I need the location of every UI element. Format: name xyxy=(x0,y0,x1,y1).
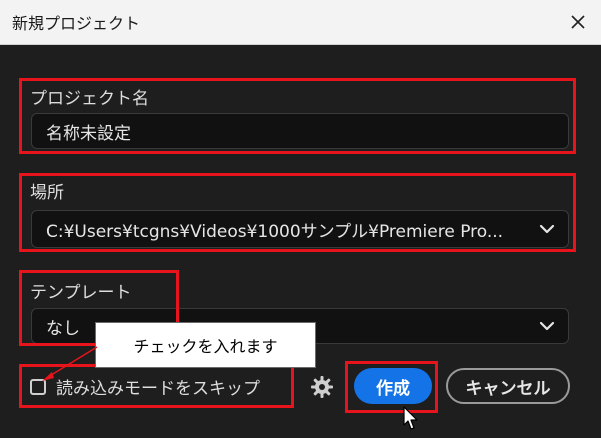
cursor-icon xyxy=(403,406,418,430)
create-button[interactable]: 作成 xyxy=(354,368,432,404)
location-label: 場所 xyxy=(30,183,64,203)
skip-import-row[interactable]: 読み込みモードをスキップ xyxy=(30,374,260,399)
title-bar: 新規プロジェクト xyxy=(0,0,601,45)
project-name-label: プロジェクト名 xyxy=(30,89,149,109)
chevron-down-icon xyxy=(538,223,556,235)
close-icon xyxy=(571,15,585,29)
location-select[interactable]: C:¥Users¥tcgns¥Videos¥1000サンプル¥Premiere … xyxy=(31,210,569,248)
skip-import-checkbox[interactable] xyxy=(30,378,46,395)
cancel-button[interactable]: キャンセル xyxy=(446,368,570,404)
annotation-callout: チェックを入れます xyxy=(95,322,316,368)
annotation-text: チェックを入れます xyxy=(133,337,278,356)
location-value: C:¥Users¥tcgns¥Videos¥1000サンプル¥Premiere … xyxy=(46,221,504,242)
project-name-input[interactable]: 名称未設定 xyxy=(31,113,569,149)
template-value: なし xyxy=(46,318,80,339)
template-label: テンプレート xyxy=(30,283,132,303)
skip-import-label: 読み込みモードをスキップ xyxy=(56,379,260,399)
gear-icon[interactable] xyxy=(310,375,334,399)
window-title: 新規プロジェクト xyxy=(12,14,141,33)
chevron-down-icon xyxy=(538,320,556,332)
new-project-dialog: プロジェクト名 名称未設定 場所 C:¥Users¥tcgns¥Videos¥1… xyxy=(0,46,601,438)
project-name-value: 名称未設定 xyxy=(46,123,131,144)
close-button[interactable] xyxy=(563,7,593,37)
